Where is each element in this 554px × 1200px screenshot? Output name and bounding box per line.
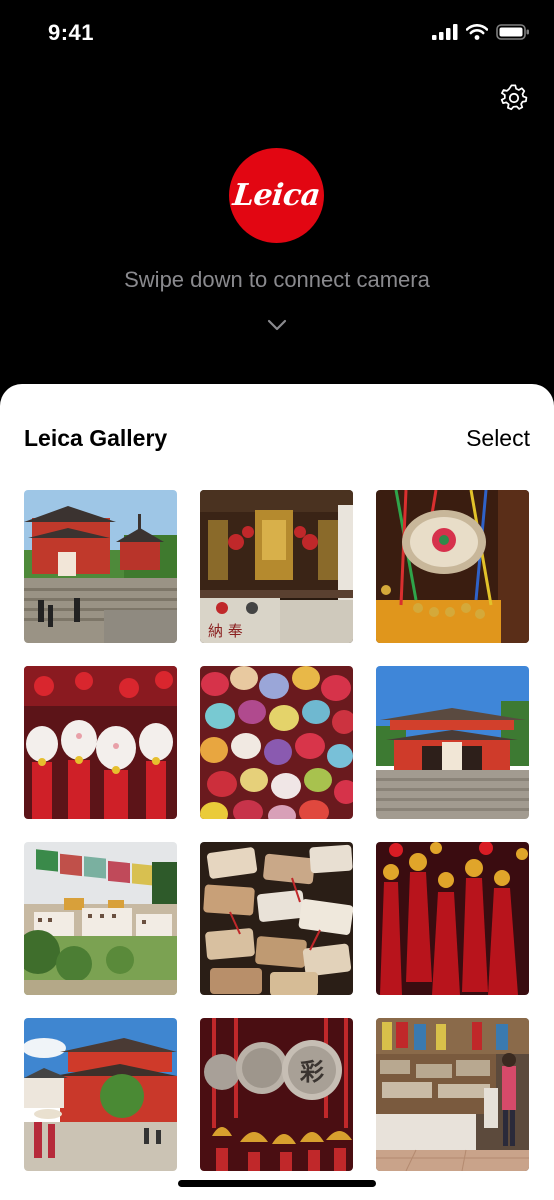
photo-thumbnail[interactable]	[200, 842, 353, 995]
gear-icon	[500, 84, 528, 111]
photo-thumbnail[interactable]: 納 奉	[200, 490, 353, 643]
status-time: 9:41	[48, 20, 95, 45]
photo-thumbnail[interactable]: 彩	[200, 1018, 353, 1171]
connect-camera-prompt: Swipe down to connect camera	[124, 267, 430, 292]
photo-grid: 納 奉 彩	[24, 490, 530, 1171]
status-icons	[432, 24, 530, 40]
leica-logo-text: Leica	[231, 178, 322, 213]
home-indicator	[178, 1180, 376, 1187]
leica-logo: Leica	[229, 148, 324, 243]
svg-text:納 奉: 納 奉	[208, 622, 243, 640]
battery-icon	[496, 24, 529, 40]
photo-thumbnail[interactable]	[376, 666, 529, 819]
select-button[interactable]: Select	[466, 425, 530, 452]
photo-thumbnail[interactable]	[24, 1018, 177, 1171]
photo-thumbnail[interactable]	[24, 490, 177, 643]
svg-text:彩: 彩	[299, 1057, 324, 1086]
photo-thumbnail[interactable]	[200, 666, 353, 819]
signal-icon	[432, 24, 458, 40]
photo-thumbnail[interactable]	[376, 842, 529, 995]
gallery-sheet: Leica Gallery Select 納 奉 彩	[0, 384, 554, 1200]
settings-button[interactable]	[500, 84, 528, 112]
photo-thumbnail[interactable]	[24, 842, 177, 995]
photo-thumbnail[interactable]	[376, 1018, 529, 1171]
photo-thumbnail[interactable]	[24, 666, 177, 819]
status-bar: 9:41	[0, 0, 554, 66]
gallery-title: Leica Gallery	[24, 425, 168, 451]
chevron-down-icon[interactable]	[267, 318, 287, 332]
wifi-icon	[466, 24, 488, 40]
photo-thumbnail[interactable]	[376, 490, 529, 643]
